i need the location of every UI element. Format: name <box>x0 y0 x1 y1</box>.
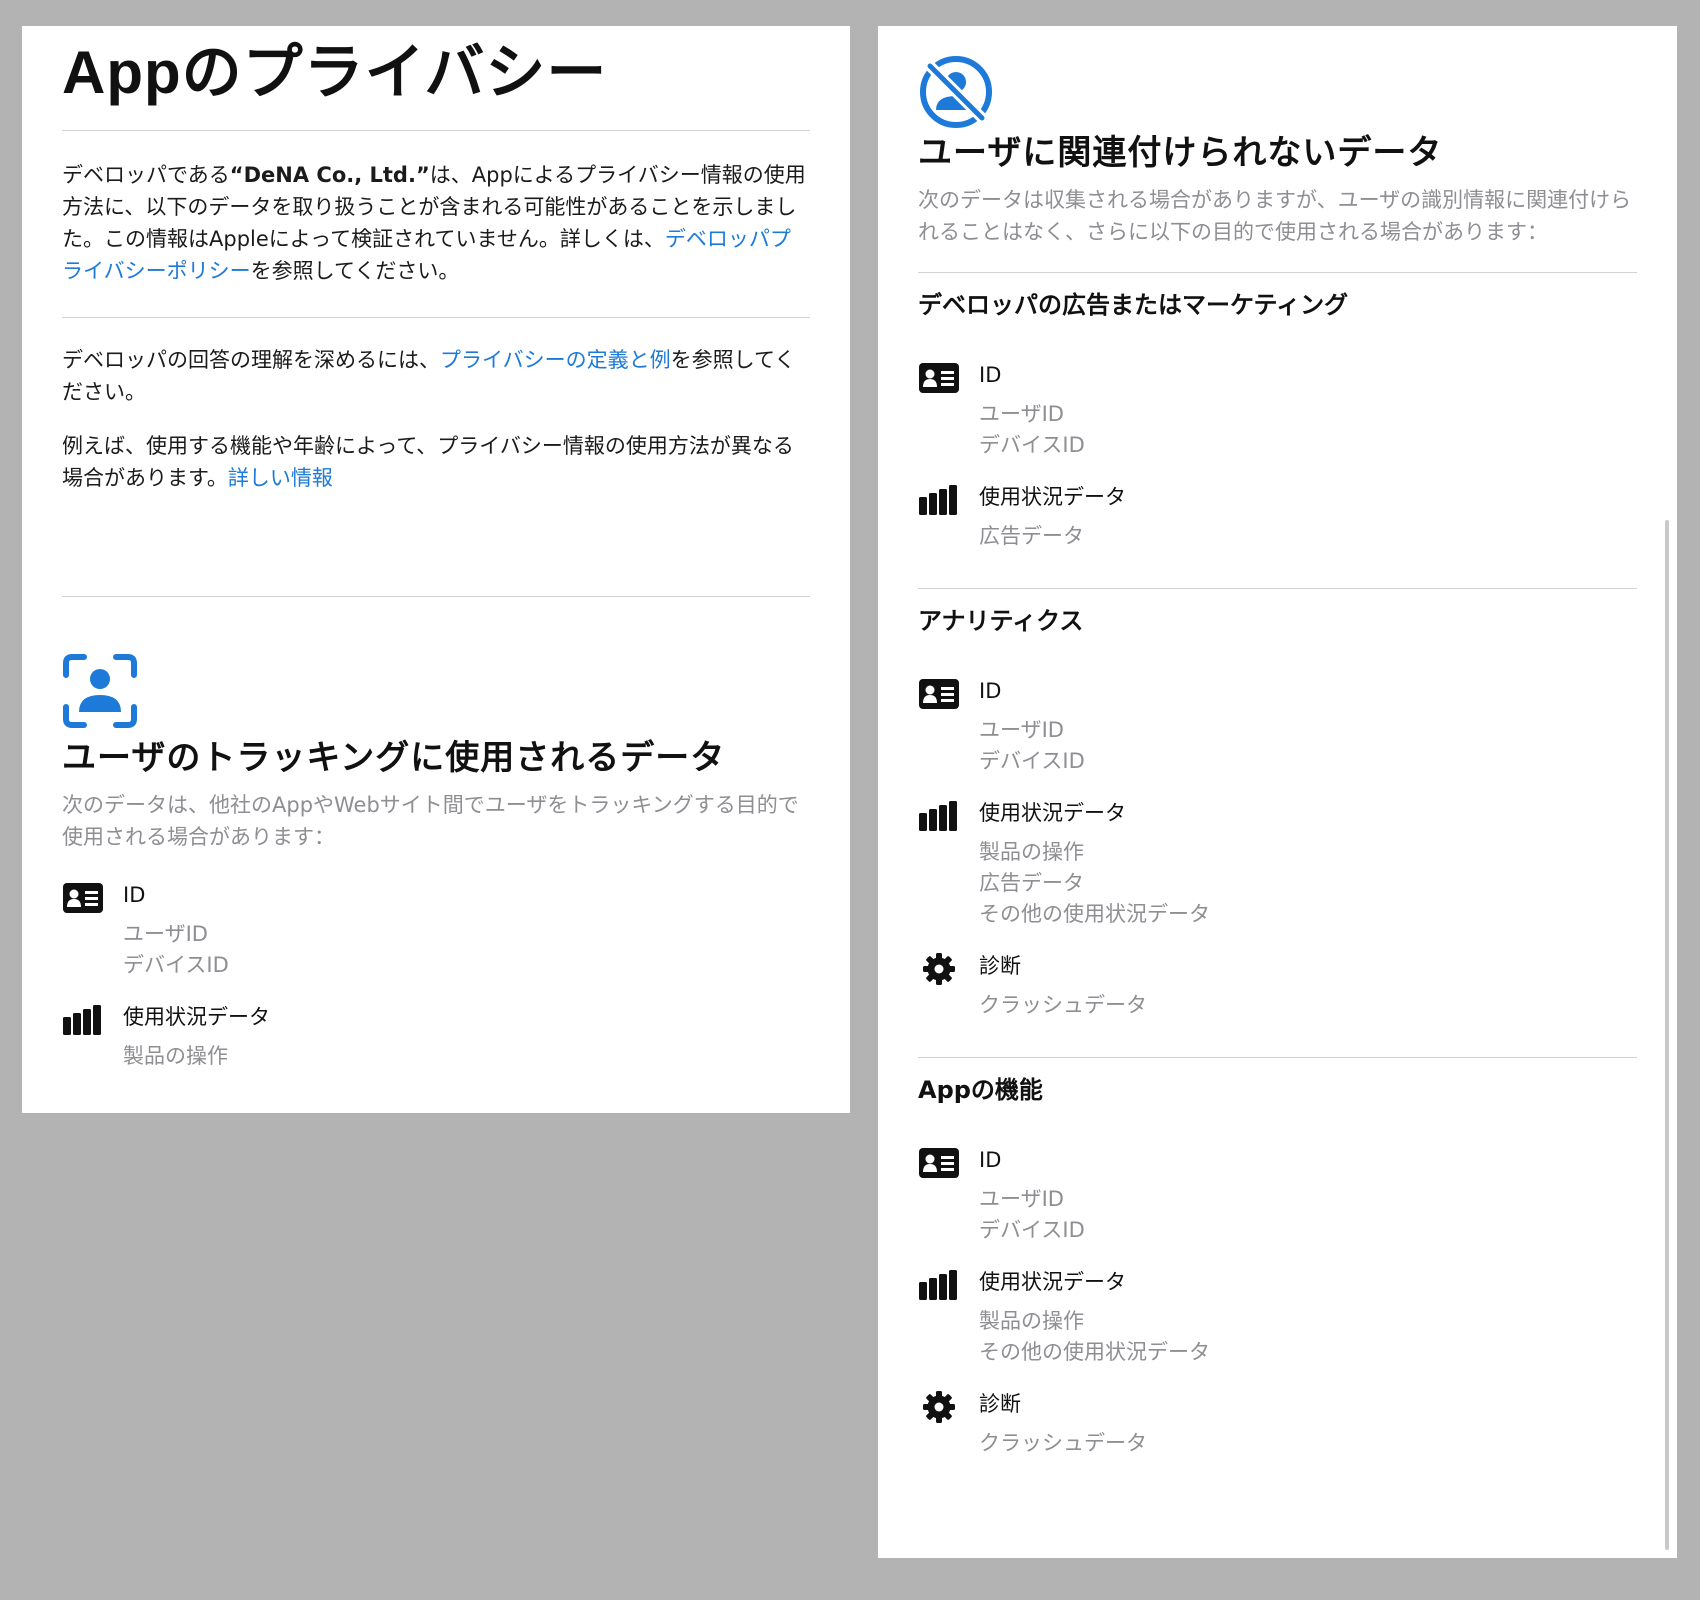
sub-item: ユーザID <box>979 1187 1064 1211</box>
data-item-id: ID ユーザID デバイスID <box>918 359 1637 461</box>
page-title: Appのプライバシー <box>62 39 608 106</box>
sub-list: 製品の操作 広告データ その他の使用状況データ <box>979 837 1637 930</box>
intro-text-1: デベロッパである <box>62 163 230 187</box>
person-slash-icon <box>920 56 992 128</box>
sub-item: 製品の操作 <box>979 840 1084 864</box>
gear-icon <box>918 953 960 985</box>
sub-item: ユーザID <box>979 402 1064 426</box>
privacy-definitions-link[interactable]: プライバシーの定義と例 <box>440 348 671 372</box>
sub-item: その他の使用状況データ <box>979 902 1210 926</box>
tracking-title: ユーザのトラッキングに使用されるデータ <box>62 738 726 778</box>
category-analytics: アナリティクス ID ユーザID デバイスID 使用状況データ 製品の操作 広告… <box>918 605 1637 1021</box>
item-label: ID <box>979 679 1002 703</box>
sub-item: ユーザID <box>979 718 1064 742</box>
sub-item: 広告データ <box>979 871 1084 895</box>
data-item-usage: 使用状況データ 広告データ <box>918 481 1637 552</box>
example-text: 例えば、使用する機能や年齢によって、プライバシー情報の使用方法が異なる場合があり… <box>62 434 794 490</box>
example-paragraph: 例えば、使用する機能や年齢によって、プライバシー情報の使用方法が異なる場合があり… <box>62 430 810 494</box>
sub-item: デバイスID <box>979 749 1085 773</box>
item-label: ID <box>979 363 1002 387</box>
sub-item: ユーザID <box>123 922 208 946</box>
left-panel: Appのプライバシー デベロッパである“DeNA Co., Ltd.”は、App… <box>22 26 850 1113</box>
scrollbar[interactable] <box>1665 520 1669 1550</box>
id-card-icon <box>62 882 104 914</box>
data-item-id: ID ユーザID デバイスID <box>918 1144 1637 1246</box>
intro-text-3: を参照してください。 <box>250 259 460 283</box>
divider <box>918 272 1637 273</box>
sub-item: クラッシュデータ <box>979 993 1147 1017</box>
category-title: Appの機能 <box>918 1076 1043 1104</box>
sub-list: クラッシュデータ <box>979 1428 1637 1459</box>
category-app-functionality: Appの機能 ID ユーザID デバイスID 使用状況データ 製品の操作 その他… <box>918 1074 1637 1459</box>
sub-item: デバイスID <box>979 1218 1085 1242</box>
gear-icon <box>918 1391 960 1423</box>
sub-list: 広告データ <box>979 521 1637 552</box>
sub-item: デバイスID <box>123 953 229 977</box>
data-item-usage: 使用状況データ 製品の操作 その他の使用状況データ <box>918 1266 1637 1368</box>
sub-item: デバイスID <box>979 433 1085 457</box>
category-title: デベロッパの広告またはマーケティング <box>918 291 1349 319</box>
id-card-icon <box>918 678 960 710</box>
data-item-usage: 使用状況データ 製品の操作 広告データ その他の使用状況データ <box>918 797 1637 930</box>
divider <box>62 596 810 597</box>
divider <box>62 130 810 131</box>
bar-chart-icon <box>918 800 960 832</box>
sub-list: 製品の操作 <box>123 1041 810 1072</box>
item-label: 使用状況データ <box>979 485 1126 509</box>
sub-item: 製品の操作 <box>979 1309 1084 1333</box>
understand-text-1: デベロッパの回答の理解を深めるには、 <box>62 348 440 372</box>
sub-list: ユーザID デバイスID <box>979 1184 1637 1246</box>
divider <box>62 317 810 318</box>
sub-item: 製品の操作 <box>123 1044 228 1068</box>
person-viewfinder-icon <box>63 654 137 728</box>
item-label: ID <box>979 1148 1002 1172</box>
data-item-usage: 使用状況データ 製品の操作 <box>62 1001 810 1072</box>
sub-list: ユーザID デバイスID <box>979 715 1637 777</box>
id-card-icon <box>918 1147 960 1179</box>
divider <box>918 1057 1637 1058</box>
item-label: 診断 <box>979 954 1021 978</box>
id-card-icon <box>918 362 960 394</box>
item-label: 使用状況データ <box>123 1005 270 1029</box>
bar-chart-icon <box>62 1004 104 1036</box>
data-item-diagnostics: 診断 クラッシュデータ <box>918 950 1637 1021</box>
data-item-id: ID ユーザID デバイスID <box>62 879 810 981</box>
right-panel: ユーザに関連付けられないデータ 次のデータは収集される場合がありますが、ユーザの… <box>878 26 1677 1558</box>
sub-item: 広告データ <box>979 524 1084 548</box>
learn-more-link[interactable]: 詳しい情報 <box>228 466 333 490</box>
understand-paragraph: デベロッパの回答の理解を深めるには、プライバシーの定義と例を参照してください。 <box>62 344 810 408</box>
data-item-id: ID ユーザID デバイスID <box>918 675 1637 777</box>
item-label: 診断 <box>979 1392 1021 1416</box>
item-label: 使用状況データ <box>979 801 1126 825</box>
bar-chart-icon <box>918 484 960 516</box>
tracking-section: ユーザのトラッキングに使用されるデータ 次のデータは、他社のAppやWebサイト… <box>62 653 810 1072</box>
developer-name: “DeNA Co., Ltd.” <box>229 163 430 187</box>
bar-chart-icon <box>918 1269 960 1301</box>
item-label: ID <box>123 883 146 907</box>
data-item-diagnostics: 診断 クラッシュデータ <box>918 1388 1637 1459</box>
category-advertising: デベロッパの広告またはマーケティング ID ユーザID デバイスID 使用状況デ… <box>918 289 1637 552</box>
sub-list: ユーザID デバイスID <box>123 919 810 981</box>
category-title: アナリティクス <box>918 607 1084 635</box>
sub-list: クラッシュデータ <box>979 990 1637 1021</box>
sub-list: ユーザID デバイスID <box>979 399 1637 461</box>
item-label: 使用状況データ <box>979 1270 1126 1294</box>
divider <box>918 588 1637 589</box>
sub-item: その他の使用状況データ <box>979 1340 1210 1364</box>
intro-paragraph: デベロッパである“DeNA Co., Ltd.”は、Appによるプライバシー情報… <box>62 159 810 287</box>
not-linked-description: 次のデータは収集される場合がありますが、ユーザの識別情報に関連付けられることはな… <box>918 188 1632 244</box>
not-linked-title: ユーザに関連付けられないデータ <box>918 133 1443 173</box>
tracking-description: 次のデータは、他社のAppやWebサイト間でユーザをトラッキングする目的で使用さ… <box>62 793 799 849</box>
sub-item: クラッシュデータ <box>979 1431 1147 1455</box>
sub-list: 製品の操作 その他の使用状況データ <box>979 1306 1637 1368</box>
